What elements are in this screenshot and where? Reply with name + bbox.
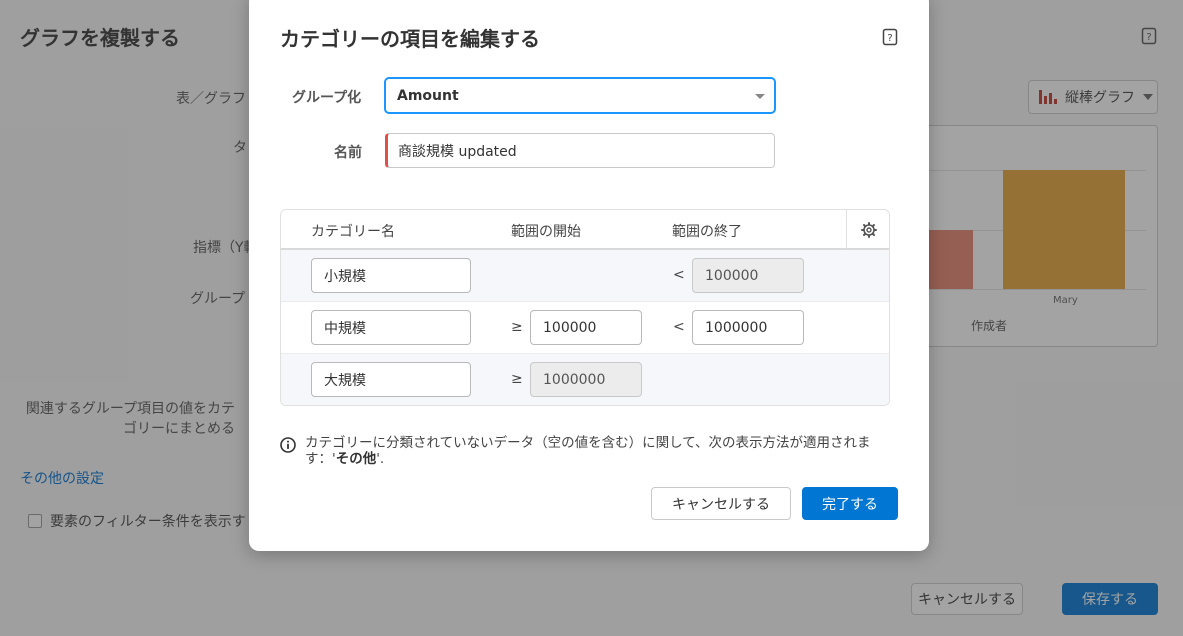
group-by-select[interactable]: Amount [385,78,775,113]
range-end-operator: < [673,267,685,283]
range-end-input[interactable] [692,310,804,345]
name-input[interactable] [385,133,775,168]
column-header-range-end: 範囲の終了 [672,224,742,240]
gear-icon [860,221,877,238]
range-start-operator: ≥ [511,371,523,387]
info-icon [280,437,296,453]
group-by-label: グループ化 [292,90,362,106]
table-row: < [281,250,889,302]
edit-categories-modal: カテゴリーの項目を編集する ? グループ化 Amount 名前 カテゴリー名 範… [249,0,929,551]
category-table: カテゴリー名 範囲の開始 範囲の終了 < [280,209,890,406]
info-text: カテゴリーに分類されていないデータ（空の値を含む）に関して、次の表示方法が適用さ… [305,435,871,467]
range-start-input [530,362,642,397]
range-start-operator: ≥ [511,319,523,335]
chevron-down-icon [755,94,765,99]
range-start-input[interactable] [530,310,642,345]
category-name-input[interactable] [311,362,471,397]
category-name-input[interactable] [311,258,471,293]
range-end-input [692,258,804,293]
cancel-button[interactable]: キャンセルする [651,487,791,520]
category-name-input[interactable] [311,310,471,345]
table-row: ≥ [281,354,889,405]
column-header-category-name: カテゴリー名 [311,224,395,240]
done-button[interactable]: 完了する [802,487,898,520]
range-end-operator: < [673,319,685,335]
svg-text:?: ? [887,33,892,44]
column-header-range-start: 範囲の開始 [511,224,581,240]
other-label: その他 [335,451,377,467]
uncategorized-info: カテゴリーに分類されていないデータ（空の値を含む）に関して、次の表示方法が適用さ… [280,435,900,467]
table-row: ≥ < [281,302,889,354]
help-icon[interactable]: ? [882,28,899,47]
table-header: カテゴリー名 範囲の開始 範囲の終了 [281,210,889,250]
name-label: 名前 [334,145,362,161]
table-settings-button[interactable] [846,210,889,249]
modal-title: カテゴリーの項目を編集する [280,27,540,51]
group-by-value: Amount [397,87,459,104]
